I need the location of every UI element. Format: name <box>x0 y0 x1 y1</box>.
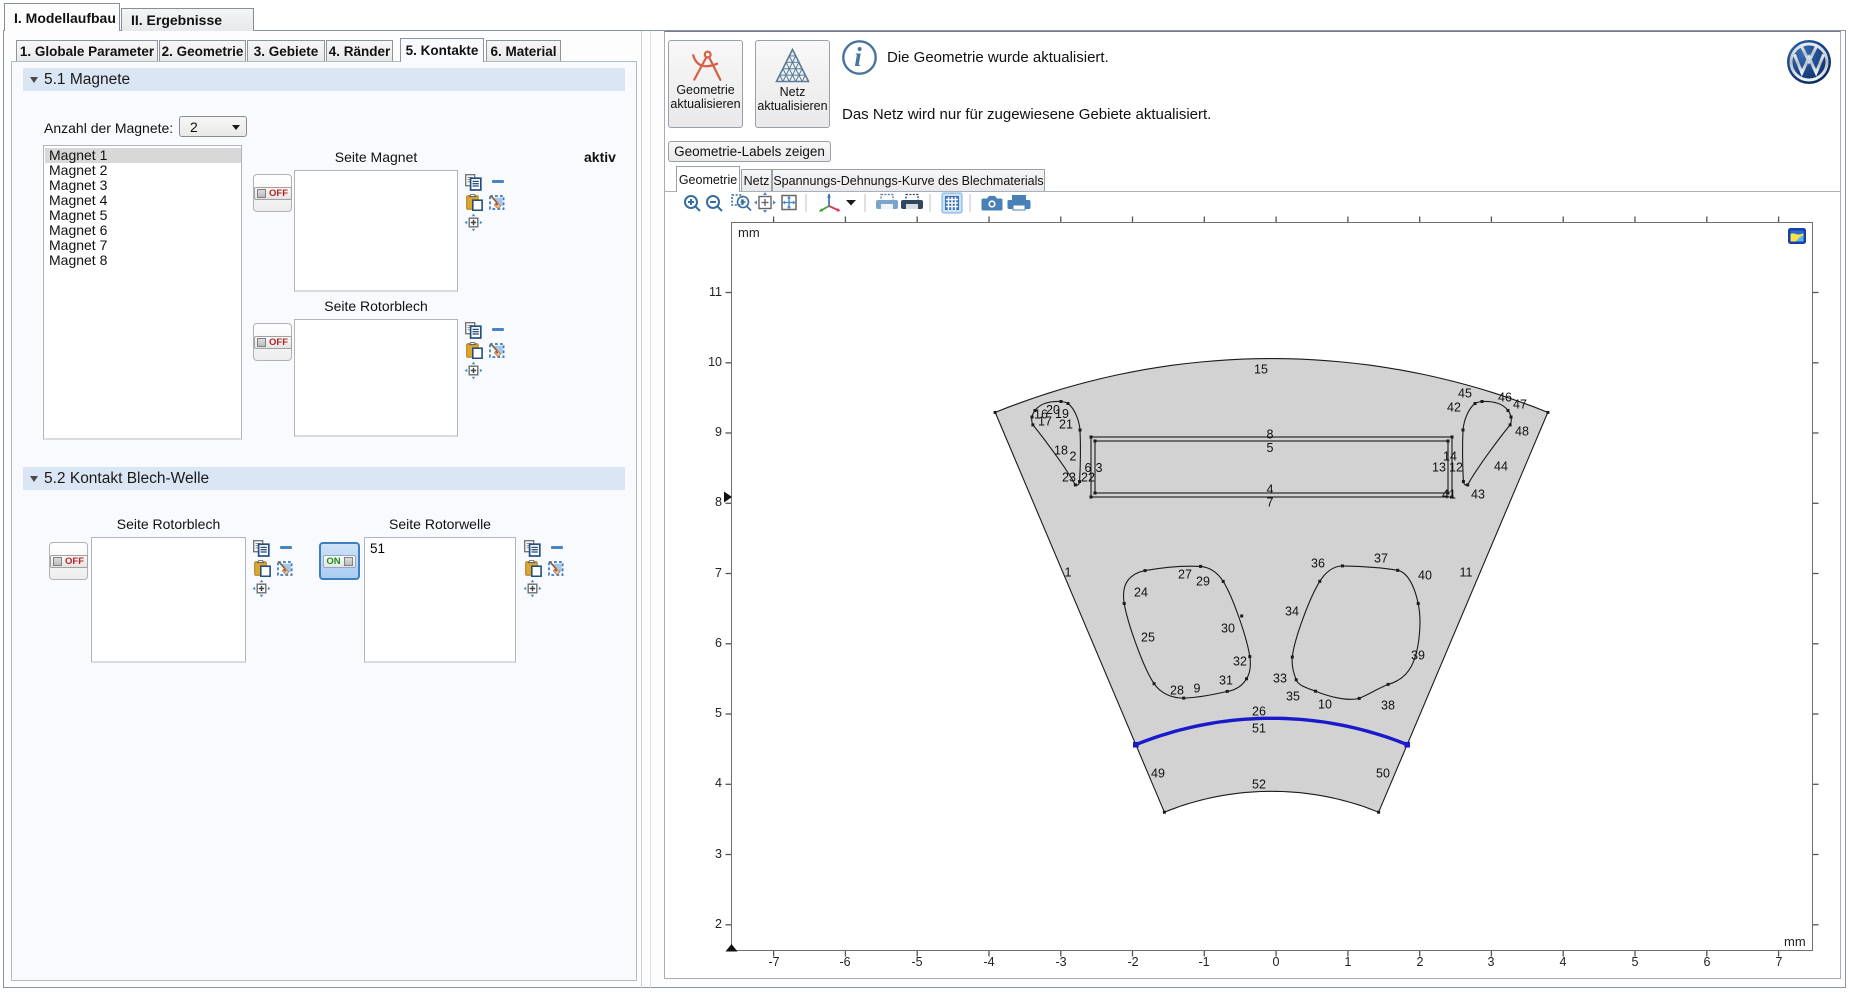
svg-text:23: 23 <box>1062 470 1076 484</box>
svg-text:52: 52 <box>1252 777 1266 791</box>
svg-text:3: 3 <box>1096 461 1103 475</box>
svg-text:15: 15 <box>1254 362 1268 376</box>
svg-text:44: 44 <box>1494 459 1508 473</box>
svg-text:45: 45 <box>1458 386 1472 400</box>
svg-text:18: 18 <box>1054 443 1068 457</box>
svg-text:22: 22 <box>1081 470 1095 484</box>
svg-text:31: 31 <box>1219 673 1233 687</box>
svg-text:24: 24 <box>1134 585 1148 599</box>
svg-text:4: 4 <box>1267 482 1274 496</box>
svg-text:29: 29 <box>1196 574 1210 588</box>
svg-text:1: 1 <box>1065 565 1072 579</box>
svg-text:38: 38 <box>1381 698 1395 712</box>
svg-text:40: 40 <box>1418 568 1432 582</box>
svg-text:41: 41 <box>1442 487 1456 501</box>
svg-text:30: 30 <box>1221 621 1235 635</box>
svg-text:49: 49 <box>1151 766 1165 780</box>
svg-text:43: 43 <box>1471 487 1485 501</box>
svg-text:28: 28 <box>1170 683 1184 697</box>
svg-text:5: 5 <box>1267 441 1274 455</box>
svg-text:26: 26 <box>1252 704 1266 718</box>
svg-text:21: 21 <box>1059 417 1073 431</box>
svg-text:10: 10 <box>1318 697 1332 711</box>
svg-text:42: 42 <box>1447 400 1461 414</box>
svg-text:35: 35 <box>1286 689 1300 703</box>
svg-text:17: 17 <box>1038 414 1052 428</box>
svg-text:39: 39 <box>1411 648 1425 662</box>
svg-text:37: 37 <box>1374 551 1388 565</box>
svg-text:33: 33 <box>1273 671 1287 685</box>
svg-text:25: 25 <box>1141 630 1155 644</box>
svg-text:46: 46 <box>1498 390 1512 404</box>
svg-text:47: 47 <box>1513 397 1527 411</box>
svg-text:27: 27 <box>1178 567 1192 581</box>
svg-text:12: 12 <box>1449 460 1463 474</box>
svg-text:34: 34 <box>1285 604 1299 618</box>
svg-text:9: 9 <box>1194 681 1201 695</box>
svg-text:2: 2 <box>1070 449 1077 463</box>
svg-text:7: 7 <box>1267 495 1274 509</box>
svg-text:51: 51 <box>1252 721 1266 735</box>
svg-text:36: 36 <box>1311 556 1325 570</box>
svg-text:32: 32 <box>1233 654 1247 668</box>
svg-text:48: 48 <box>1515 424 1529 438</box>
svg-text:8: 8 <box>1267 427 1274 441</box>
svg-text:50: 50 <box>1376 766 1390 780</box>
svg-text:13: 13 <box>1432 460 1446 474</box>
svg-text:11: 11 <box>1460 565 1473 579</box>
